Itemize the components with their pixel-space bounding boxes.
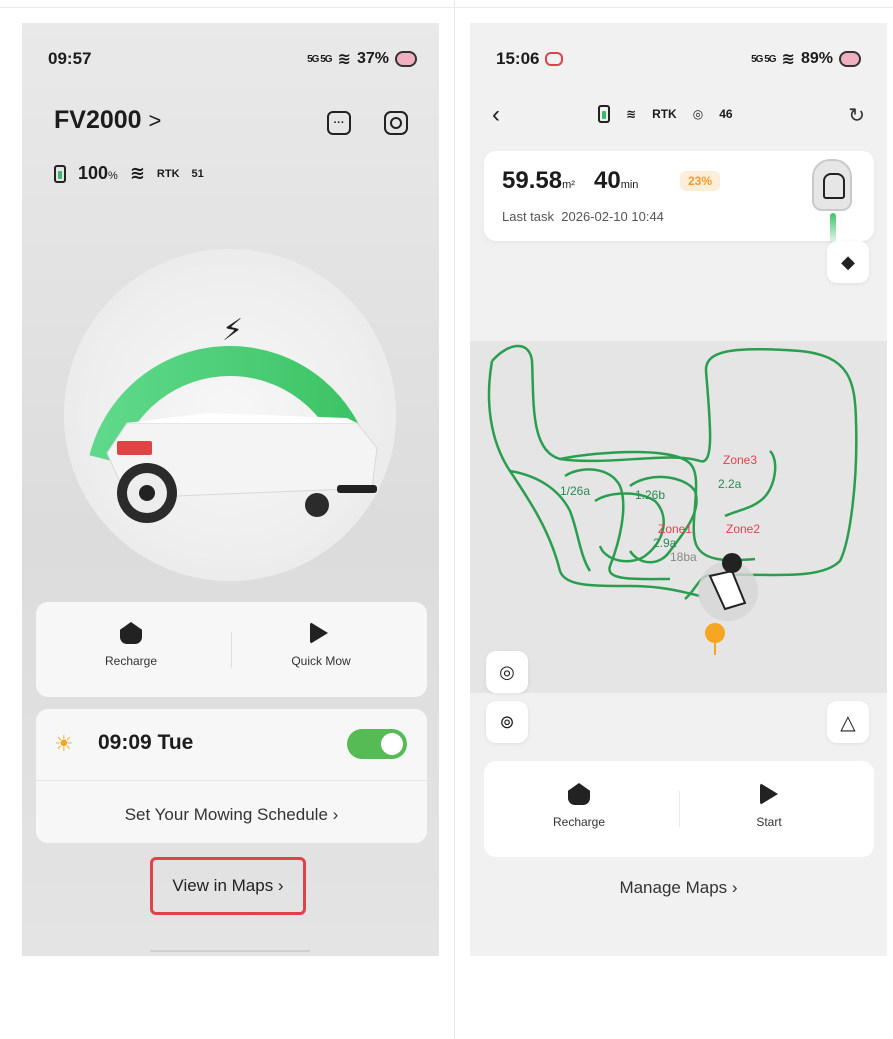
view-in-maps-button[interactable]: View in Maps › <box>150 857 306 915</box>
recharge-button[interactable]: Recharge <box>56 622 206 668</box>
status-right: 5G 5G ≋ 37% <box>307 49 417 69</box>
home-indicator <box>150 950 310 952</box>
charging-bolt-icon: ⚡ <box>222 314 244 347</box>
device-name: FV2000 <box>54 106 142 134</box>
progress-badge: 23% <box>680 171 721 191</box>
quick-actions-card: Recharge Quick Mow <box>36 602 427 697</box>
task-summary-card: 59.58m² 40min 23% Last task 2026-02-10 1… <box>484 151 874 247</box>
area-label: 1.26b <box>635 488 666 502</box>
recharge-label: Recharge <box>104 654 158 668</box>
locate-button[interactable]: ◎ <box>486 651 528 693</box>
mow-duration: 40min <box>594 167 639 194</box>
mowed-area: 59.58m² <box>502 167 575 194</box>
device-status-icons: ≋ RTK ◎ 46 <box>598 105 733 123</box>
signal-icon: 5G 5G <box>751 53 776 65</box>
layers-icon: ◆ <box>841 251 855 272</box>
top-rule <box>0 7 893 8</box>
quick-mow-label: Quick Mow <box>291 654 351 668</box>
schedule-divider <box>36 780 427 781</box>
device-stats: 100% ≋ RTK 51 <box>54 163 204 184</box>
status-time: 09:57 <box>48 49 92 68</box>
status-time: 15:06 <box>496 49 564 69</box>
right-phone-screen: 15:06 5G 5G ≋ 89% ‹ ≋ RTK ◎ 46 ↻ 59.58m²… <box>470 23 887 956</box>
message-icon[interactable]: ··· <box>327 111 351 135</box>
area-label: 2.9a <box>653 536 677 550</box>
start-label: Start <box>756 815 782 829</box>
quick-mow-button[interactable]: Quick Mow <box>246 622 396 668</box>
sun-icon: ☀ <box>54 731 74 756</box>
actions-card: Recharge Start <box>484 761 874 857</box>
recharge-button[interactable]: Recharge <box>504 783 654 829</box>
action-separator <box>679 791 680 827</box>
navigation-button[interactable]: △ <box>827 701 869 743</box>
wifi-icon: ≋ <box>626 107 637 121</box>
battery-icon <box>54 164 66 183</box>
cloud-icon <box>839 51 861 67</box>
wifi-icon: ≋ <box>129 163 145 183</box>
cellular-icon: 46 <box>719 107 733 121</box>
cellular-icon: 51 <box>191 167 204 180</box>
recharge-icon <box>120 622 142 644</box>
schedule-time: 09:09 Tue <box>98 731 194 754</box>
start-button[interactable]: Start <box>694 783 844 829</box>
gps-icon: ◎ <box>692 107 704 121</box>
area-label: 1/26a <box>560 484 591 498</box>
wifi-icon: ≋ <box>781 51 795 68</box>
area-label: 18ba <box>670 550 697 564</box>
mow-path <box>487 344 858 655</box>
area-label: 2.2a <box>718 477 742 491</box>
manage-maps-link[interactable]: Manage Maps › <box>470 878 887 898</box>
location-target-icon: ◎ <box>499 661 515 682</box>
status-right: 5G 5G ≋ 89% <box>751 49 861 69</box>
remote-control-icon: ⊚ <box>499 711 515 732</box>
notification-icon <box>545 52 564 66</box>
last-task: Last task 2026-02-10 10:44 <box>502 209 664 224</box>
play-icon <box>310 622 332 644</box>
rtk-icon: RTK <box>652 107 677 121</box>
signal-icon: 5G 5G <box>307 53 332 65</box>
layers-button[interactable]: ◆ <box>827 241 869 283</box>
mower-illustration <box>106 413 378 523</box>
device-title[interactable]: FV2000 > <box>54 106 161 135</box>
battery-percent: 89% <box>800 50 833 67</box>
map-view[interactable]: Zone3 2.2a 1/26a 1.26b Zone1 Zone2 2.9a … <box>470 341 887 693</box>
navigation-arrow-icon: △ <box>840 711 856 734</box>
refresh-icon[interactable]: ↻ <box>848 103 865 128</box>
back-button[interactable]: ‹ <box>492 101 500 129</box>
action-separator <box>231 632 232 668</box>
zone-label: Zone3 <box>723 453 758 467</box>
settings-icon[interactable] <box>384 111 408 135</box>
panel-divider <box>454 0 455 1039</box>
remote-control-button[interactable]: ⊚ <box>486 701 528 743</box>
robot-thumbnail <box>812 159 852 211</box>
rtk-icon: RTK <box>156 167 180 180</box>
chevron-right-icon: > <box>148 108 162 133</box>
schedule-card: ☀ 09:09 Tue Set Your Mowing Schedule › <box>36 709 427 843</box>
set-schedule-link[interactable]: Set Your Mowing Schedule › <box>36 805 427 825</box>
zone-label: Zone2 <box>726 522 761 536</box>
cloud-icon <box>395 51 417 67</box>
battery-icon <box>598 105 610 123</box>
left-phone-screen: 09:57 5G 5G ≋ 37% FV2000 > ··· 100% ≋ RT… <box>22 23 439 956</box>
battery-level: 100% <box>78 163 118 183</box>
recharge-icon <box>568 783 590 805</box>
schedule-toggle[interactable] <box>347 729 407 759</box>
play-icon <box>760 783 778 805</box>
battery-percent: 37% <box>356 50 389 67</box>
zone-label: Zone1 <box>658 522 693 536</box>
wifi-icon: ≋ <box>337 51 351 68</box>
recharge-label: Recharge <box>552 815 606 829</box>
